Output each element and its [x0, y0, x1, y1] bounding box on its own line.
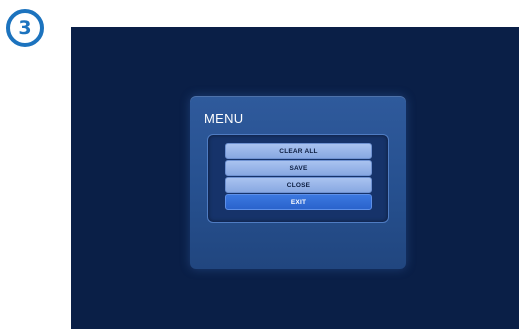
save-button[interactable]: SAVE: [225, 160, 372, 176]
step-number-badge: 3: [6, 9, 44, 47]
app-screen: MENU CLEAR ALL SAVE CLOSE EXIT: [71, 27, 519, 329]
close-button[interactable]: CLOSE: [225, 177, 372, 193]
menu-title: MENU: [204, 111, 244, 126]
menu-options-panel: CLEAR ALL SAVE CLOSE EXIT: [207, 134, 389, 223]
menu-options-list: CLEAR ALL SAVE CLOSE EXIT: [225, 143, 372, 210]
clear-all-button[interactable]: CLEAR ALL: [225, 143, 372, 159]
menu-dialog: MENU CLEAR ALL SAVE CLOSE EXIT: [190, 96, 406, 269]
exit-button[interactable]: EXIT: [225, 194, 372, 210]
step-number: 3: [18, 16, 32, 39]
